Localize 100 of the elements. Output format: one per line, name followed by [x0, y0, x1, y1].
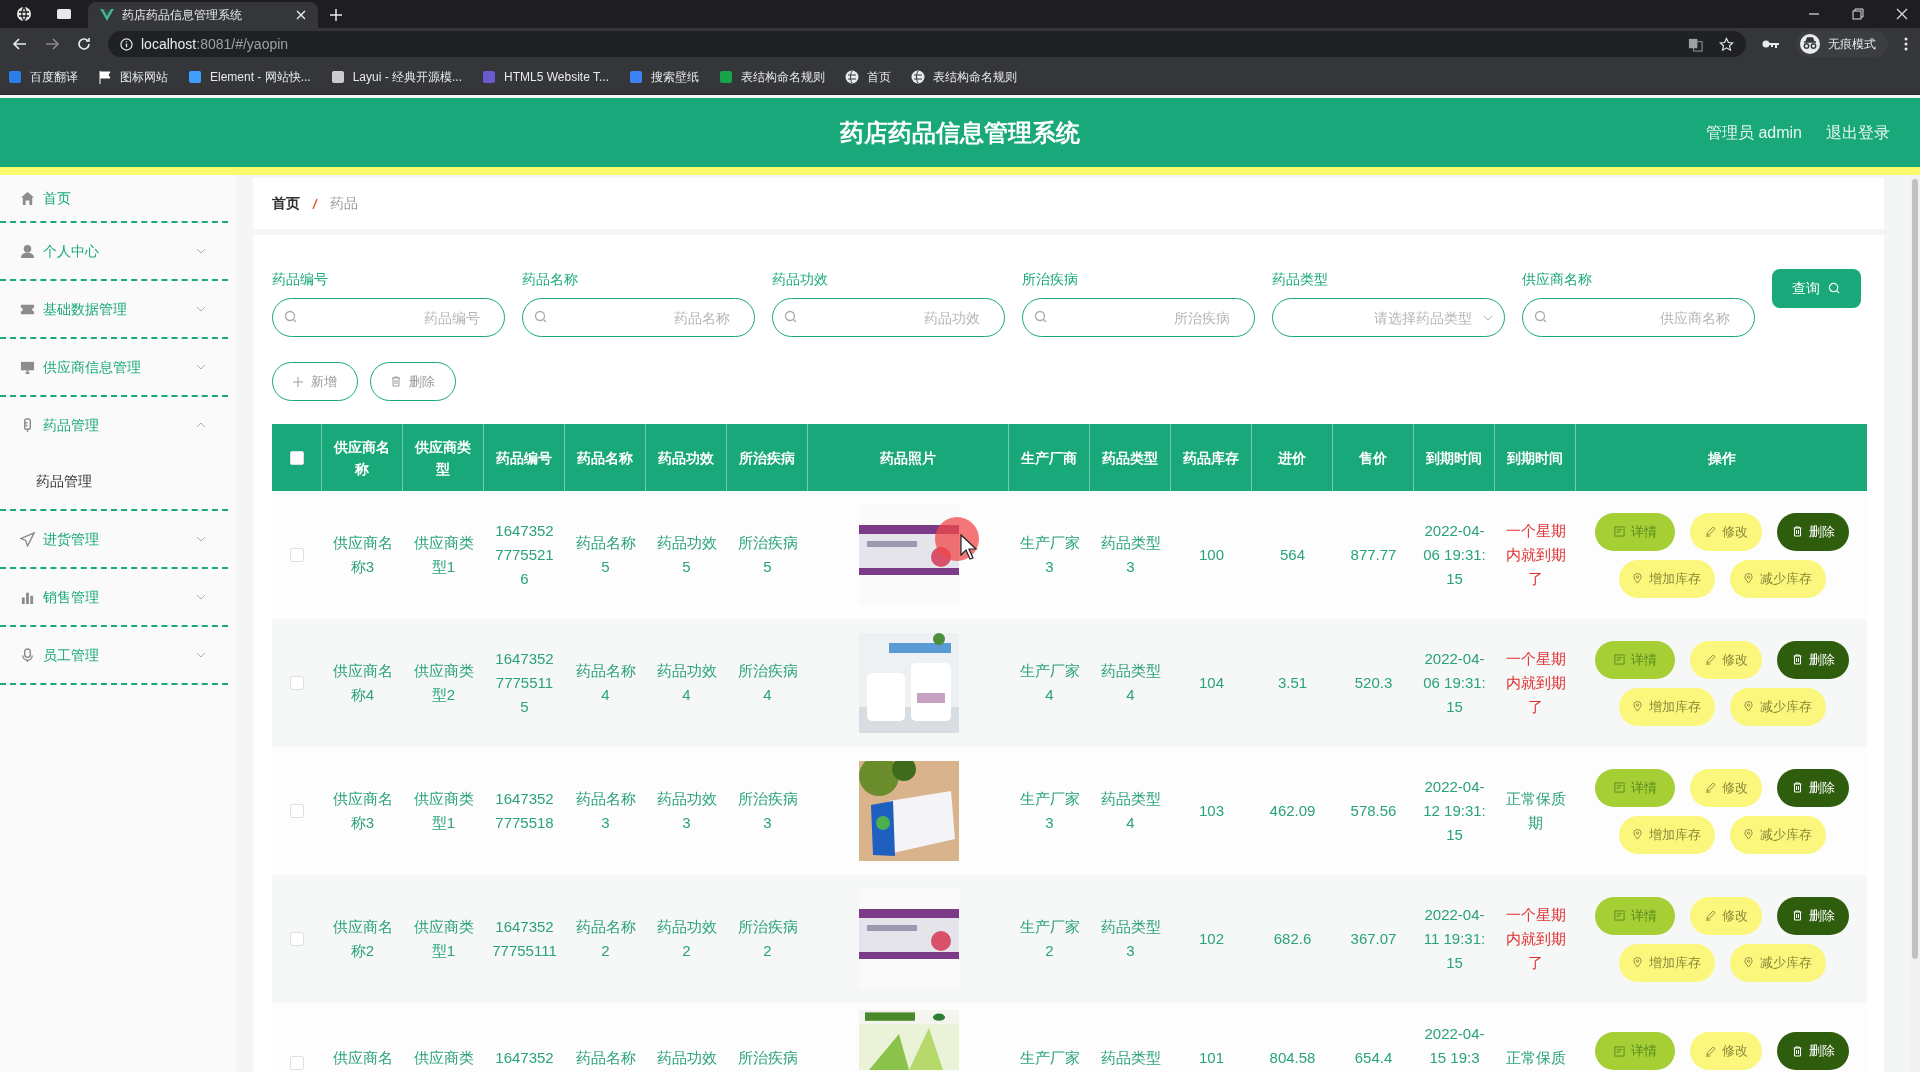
window-icon[interactable] — [56, 6, 72, 22]
edit-button[interactable]: 修改 — [1690, 896, 1762, 935]
checkbox[interactable] — [290, 932, 304, 946]
globe-icon[interactable] — [16, 6, 32, 22]
close-icon[interactable] — [1896, 8, 1908, 20]
checkbox[interactable] — [290, 548, 304, 562]
breadcrumb-item[interactable]: 首页 — [272, 193, 300, 214]
more-icon[interactable] — [1904, 36, 1908, 52]
delete-button[interactable]: 删除 — [1777, 768, 1849, 807]
sidebar-item[interactable]: 销售管理 — [0, 569, 228, 625]
bookmark-icon[interactable] — [719, 70, 733, 84]
key-icon[interactable] — [1762, 39, 1780, 49]
table-cell: 所治疾病 — [737, 1049, 798, 1066]
breadcrumb-item: 药品 — [330, 194, 358, 213]
bookmark-icon[interactable] — [188, 70, 202, 84]
delete-button[interactable]: 删除 — [370, 362, 456, 401]
stock-button[interactable]: 减少库存 — [1729, 687, 1826, 726]
browser-tab[interactable]: 药店药品信息管理系统 — [88, 2, 318, 28]
stock-button[interactable]: 减少库存 — [1729, 815, 1826, 854]
delete-button[interactable]: 删除 — [1777, 1032, 1849, 1070]
details-button[interactable]: 详情 — [1595, 896, 1675, 935]
search-icon — [784, 310, 798, 324]
sidebar-item[interactable]: 员工管理 — [0, 627, 228, 683]
bookmark-link[interactable]: 百度翻译 — [30, 68, 78, 86]
location-pin-icon — [1743, 573, 1754, 584]
chevron-down-icon — [196, 364, 206, 370]
star-icon[interactable] — [1719, 36, 1734, 52]
stock-button[interactable]: 减少库存 — [1729, 559, 1826, 598]
logout-link[interactable]: 退出登录 — [1826, 120, 1890, 145]
select-field[interactable]: 请选择药品类型 — [1272, 298, 1505, 337]
menu-icon — [20, 243, 35, 259]
stock-button[interactable]: 增加库存 — [1618, 687, 1715, 726]
bookmark-icon[interactable] — [629, 70, 643, 84]
add-button[interactable]: 新增 — [272, 362, 358, 401]
delete-button[interactable]: 删除 — [1777, 512, 1849, 551]
search-field[interactable]: 药品功效 — [772, 298, 1005, 337]
details-button[interactable]: 详情 — [1595, 512, 1675, 551]
bookmark-link[interactable]: 图标网站 — [120, 68, 168, 86]
bookmark-link[interactable]: 首页 — [867, 68, 891, 86]
edit-button[interactable]: 修改 — [1690, 640, 1762, 679]
stock-button[interactable]: 增加库存 — [1618, 559, 1715, 598]
checkbox[interactable] — [290, 1056, 304, 1070]
bookmark-link[interactable]: Element - 网站快... — [210, 68, 311, 86]
bookmark-icon[interactable] — [330, 70, 345, 84]
edit-button[interactable]: 修改 — [1690, 1032, 1762, 1070]
sidebar-item[interactable]: 基础数据管理 — [0, 281, 228, 337]
reload-icon[interactable] — [76, 36, 92, 52]
table-cell: 1647352 — [495, 1049, 554, 1066]
table-cell: 供应商类型2 — [413, 662, 474, 703]
profile-button[interactable]: 无痕模式 — [1796, 31, 1888, 57]
edit-button[interactable]: 修改 — [1690, 512, 1762, 551]
delete-button[interactable]: 删除 — [1777, 896, 1849, 935]
translate-icon[interactable] — [1688, 36, 1703, 52]
search-field[interactable]: 药品编号 — [272, 298, 505, 337]
table-cell: 药品类型4 — [1100, 662, 1161, 703]
stock-button[interactable]: 增加库存 — [1618, 815, 1715, 854]
flag-icon[interactable] — [98, 70, 112, 84]
delete-button[interactable]: 删除 — [1777, 640, 1849, 679]
new-tab-icon[interactable] — [330, 9, 342, 21]
document-icon — [1613, 654, 1625, 665]
search-field[interactable]: 药品名称 — [522, 298, 755, 337]
bookmark-link[interactable]: Layui - 经典开源模... — [352, 68, 463, 86]
stock-button[interactable]: 减少库存 — [1729, 943, 1826, 982]
forward-icon[interactable] — [44, 36, 60, 52]
back-icon[interactable] — [12, 36, 28, 52]
sidebar-item[interactable]: 首页 — [0, 175, 228, 221]
bookmark-link[interactable]: 搜索壁纸 — [651, 68, 699, 86]
bookmark-link[interactable]: 表结构命名规则 — [933, 68, 1017, 86]
globe-icon[interactable] — [845, 70, 859, 84]
pencil-icon — [1704, 1045, 1716, 1057]
stock-button[interactable]: 增加库存 — [1618, 943, 1715, 982]
sidebar-item[interactable]: 药品管理 — [0, 397, 228, 453]
query-button[interactable]: 查询 — [1772, 269, 1861, 308]
restore-icon[interactable] — [1852, 8, 1864, 20]
submenu-item[interactable]: 药品管理 — [0, 453, 228, 509]
sidebar-item[interactable]: 个人中心 — [0, 223, 228, 279]
table-cell: 药品功效 — [656, 1049, 717, 1066]
sidebar-item[interactable]: 供应商信息管理 — [0, 339, 228, 395]
bookmark-link[interactable]: 表结构命名规则 — [741, 68, 825, 86]
edit-button[interactable]: 修改 — [1690, 768, 1762, 807]
details-button[interactable]: 详情 — [1595, 768, 1675, 807]
checkbox[interactable] — [290, 676, 304, 690]
table-cell: 药品功效2 — [656, 918, 717, 959]
menu-icon — [20, 647, 35, 663]
sidebar-item[interactable]: 进货管理 — [0, 511, 228, 567]
address-bar[interactable]: localhost:8081/#/yaopin — [108, 31, 1746, 57]
checkbox[interactable] — [289, 450, 304, 465]
checkbox[interactable] — [290, 804, 304, 818]
close-icon[interactable] — [296, 10, 306, 20]
details-button[interactable]: 详情 — [1595, 640, 1675, 679]
table-cell: 103 — [1199, 802, 1224, 819]
scrollbar-thumb[interactable] — [1912, 179, 1918, 959]
info-icon[interactable] — [120, 37, 133, 51]
globe-icon[interactable] — [911, 70, 925, 84]
search-field[interactable]: 供应商名称 — [1522, 298, 1755, 337]
bookmark-link[interactable]: HTML5 Website T... — [504, 68, 609, 86]
column-header: 药品编号 — [496, 448, 552, 468]
search-icon — [534, 310, 548, 324]
details-button[interactable]: 详情 — [1595, 1032, 1675, 1070]
search-field[interactable]: 所治疾病 — [1022, 298, 1255, 337]
